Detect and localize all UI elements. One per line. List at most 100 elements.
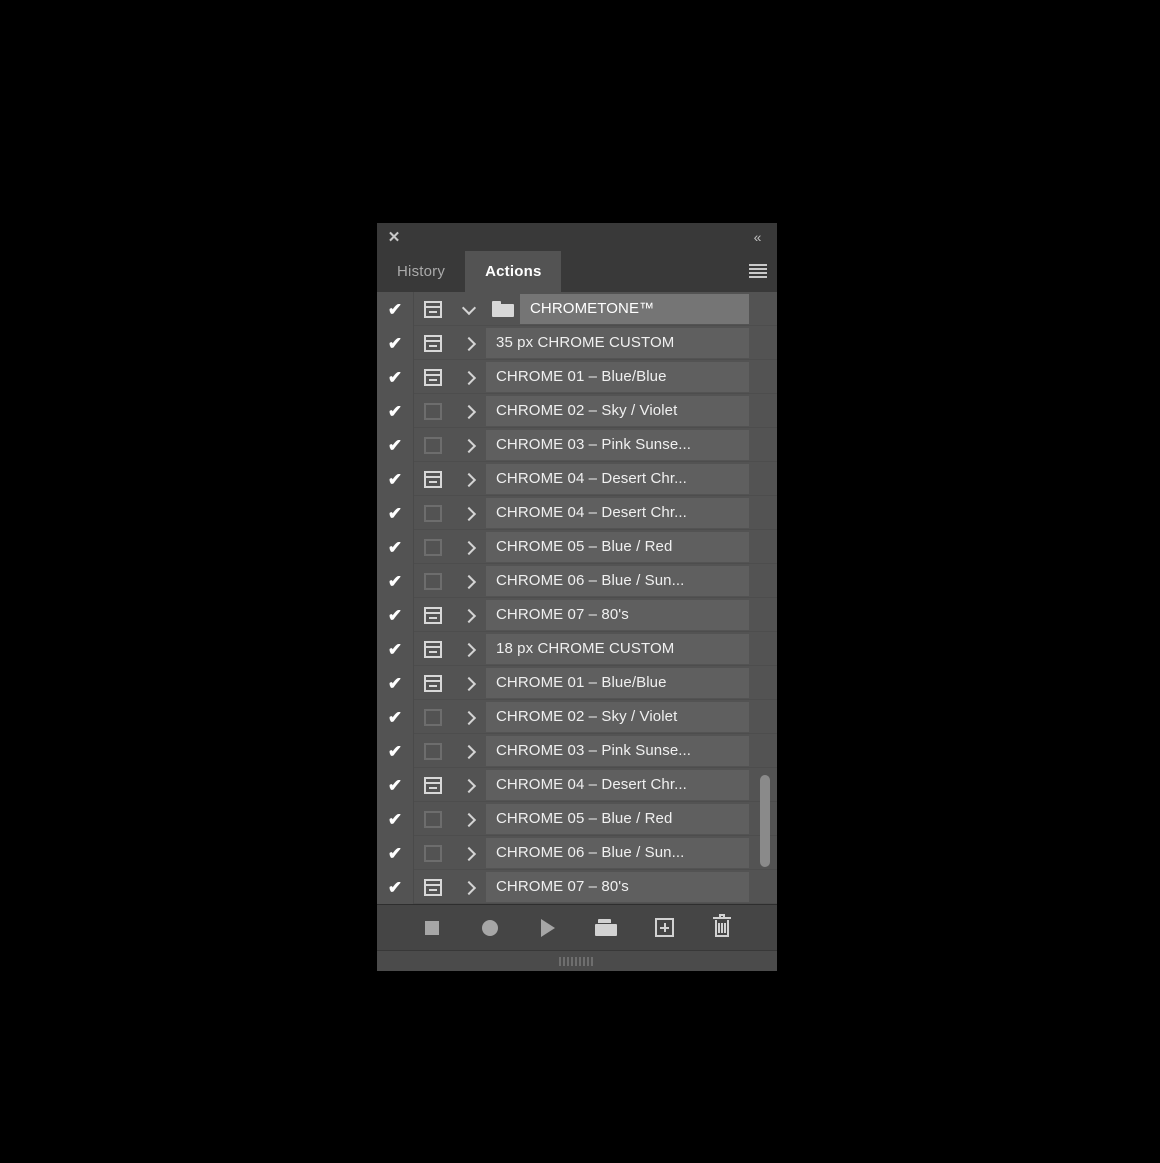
action-enabled-toggle[interactable]: ✔	[377, 564, 413, 598]
action-enabled-toggle[interactable]: ✔	[377, 666, 413, 700]
expand-toggle[interactable]	[452, 666, 486, 700]
tab-history[interactable]: History	[377, 251, 466, 292]
action-name-cell[interactable]: CHROME 02 – Sky / Violet	[486, 396, 749, 426]
table-row[interactable]: ✔ CHROME 01 – Blue/Blue	[377, 666, 777, 700]
action-name-cell[interactable]: CHROME 05 – Blue / Red	[486, 804, 749, 834]
action-enabled-toggle[interactable]: ✔	[377, 768, 413, 802]
dialog-toggle[interactable]	[414, 870, 452, 904]
dialog-toggle[interactable]	[414, 326, 452, 360]
table-row[interactable]: ✔ CHROME 03 – Pink Sunse...	[377, 428, 777, 462]
table-row[interactable]: ✔ CHROME 07 – 80's	[377, 870, 777, 904]
action-enabled-toggle[interactable]: ✔	[377, 598, 413, 632]
action-name-cell[interactable]: CHROME 03 – Pink Sunse...	[486, 736, 749, 766]
action-enabled-toggle[interactable]: ✔	[377, 394, 413, 428]
play-button[interactable]	[534, 914, 562, 942]
expand-toggle[interactable]	[452, 598, 486, 632]
action-name-cell[interactable]: CHROME 04 – Desert Chr...	[486, 770, 749, 800]
table-row[interactable]: ✔ CHROME 06 – Blue / Sun...	[377, 564, 777, 598]
dialog-toggle[interactable]	[414, 564, 452, 598]
dialog-toggle[interactable]	[414, 666, 452, 700]
action-enabled-toggle[interactable]: ✔	[377, 530, 413, 564]
dialog-toggle[interactable]	[414, 734, 452, 768]
dialog-toggle[interactable]	[414, 360, 452, 394]
action-enabled-toggle[interactable]: ✔	[377, 496, 413, 530]
expand-toggle[interactable]	[452, 394, 486, 428]
action-enabled-toggle[interactable]: ✔	[377, 462, 413, 496]
table-row[interactable]: ✔ CHROME 06 – Blue / Sun...	[377, 836, 777, 870]
new-action-button[interactable]	[650, 914, 678, 942]
expand-toggle[interactable]	[452, 768, 486, 802]
action-name-cell[interactable]: 18 px CHROME CUSTOM	[486, 634, 749, 664]
table-row[interactable]: ✔ CHROME 02 – Sky / Violet	[377, 394, 777, 428]
action-enabled-toggle[interactable]: ✔	[377, 326, 413, 360]
dialog-toggle[interactable]	[414, 530, 452, 564]
dialog-toggle[interactable]	[414, 292, 452, 326]
table-row[interactable]: ✔ CHROME 04 – Desert Chr...	[377, 768, 777, 802]
collapse-panel-icon[interactable]: «	[747, 228, 767, 246]
dialog-toggle[interactable]	[414, 462, 452, 496]
action-enabled-toggle[interactable]: ✔	[377, 836, 413, 870]
dialog-toggle[interactable]	[414, 768, 452, 802]
new-set-button[interactable]	[592, 914, 620, 942]
table-row[interactable]: ✔ CHROME 03 – Pink Sunse...	[377, 734, 777, 768]
dialog-toggle[interactable]	[414, 428, 452, 462]
action-name-cell[interactable]: CHROME 04 – Desert Chr...	[486, 464, 749, 494]
expand-toggle[interactable]	[452, 700, 486, 734]
panel-menu-icon[interactable]	[747, 263, 769, 279]
expand-toggle[interactable]	[452, 360, 486, 394]
action-name-cell[interactable]: CHROME 02 – Sky / Violet	[486, 702, 749, 732]
dialog-toggle[interactable]	[414, 394, 452, 428]
expand-toggle[interactable]	[452, 530, 486, 564]
dialog-toggle[interactable]	[414, 802, 452, 836]
expand-toggle[interactable]	[452, 734, 486, 768]
action-name-cell[interactable]: CHROMETONE™	[520, 294, 749, 324]
action-name-cell[interactable]: CHROME 01 – Blue/Blue	[486, 668, 749, 698]
stop-button[interactable]	[418, 914, 446, 942]
action-enabled-toggle[interactable]: ✔	[377, 360, 413, 394]
action-enabled-toggle[interactable]: ✔	[377, 292, 413, 326]
dialog-toggle[interactable]	[414, 836, 452, 870]
vertical-scrollbar[interactable]	[759, 292, 771, 904]
table-row[interactable]: ✔ CHROME 07 – 80's	[377, 598, 777, 632]
expand-toggle[interactable]	[452, 326, 486, 360]
table-row[interactable]: ✔ 35 px CHROME CUSTOM	[377, 326, 777, 360]
table-row[interactable]: ✔ CHROME 01 – Blue/Blue	[377, 360, 777, 394]
close-icon[interactable]: ✕	[385, 229, 403, 247]
dialog-toggle[interactable]	[414, 632, 452, 666]
action-name-cell[interactable]: CHROME 07 – 80's	[486, 600, 749, 630]
action-name-cell[interactable]: 35 px CHROME CUSTOM	[486, 328, 749, 358]
action-name-cell[interactable]: CHROME 01 – Blue/Blue	[486, 362, 749, 392]
record-button[interactable]	[476, 914, 504, 942]
table-row[interactable]: ✔ CHROME 05 – Blue / Red	[377, 802, 777, 836]
action-name-cell[interactable]: CHROME 06 – Blue / Sun...	[486, 566, 749, 596]
tab-actions[interactable]: Actions	[465, 251, 562, 292]
dialog-toggle[interactable]	[414, 598, 452, 632]
action-name-cell[interactable]: CHROME 03 – Pink Sunse...	[486, 430, 749, 460]
expand-toggle[interactable]	[452, 870, 486, 904]
expand-toggle[interactable]	[452, 496, 486, 530]
action-enabled-toggle[interactable]: ✔	[377, 632, 413, 666]
table-row[interactable]: ✔ CHROME 04 – Desert Chr...	[377, 496, 777, 530]
table-row[interactable]: ✔ 18 px CHROME CUSTOM	[377, 632, 777, 666]
table-row[interactable]: ✔ CHROME 04 – Desert Chr...	[377, 462, 777, 496]
expand-toggle[interactable]	[452, 802, 486, 836]
expand-toggle[interactable]	[452, 836, 486, 870]
action-name-cell[interactable]: CHROME 06 – Blue / Sun...	[486, 838, 749, 868]
action-enabled-toggle[interactable]: ✔	[377, 734, 413, 768]
action-enabled-toggle[interactable]: ✔	[377, 428, 413, 462]
expand-toggle[interactable]	[452, 292, 486, 326]
table-row[interactable]: ✔ CHROMETONE™	[377, 292, 777, 326]
action-enabled-toggle[interactable]: ✔	[377, 870, 413, 904]
action-name-cell[interactable]: CHROME 05 – Blue / Red	[486, 532, 749, 562]
action-enabled-toggle[interactable]: ✔	[377, 802, 413, 836]
expand-toggle[interactable]	[452, 632, 486, 666]
table-row[interactable]: ✔ CHROME 02 – Sky / Violet	[377, 700, 777, 734]
expand-toggle[interactable]	[452, 462, 486, 496]
dialog-toggle[interactable]	[414, 700, 452, 734]
action-enabled-toggle[interactable]: ✔	[377, 700, 413, 734]
expand-toggle[interactable]	[452, 428, 486, 462]
scrollbar-thumb[interactable]	[760, 775, 770, 868]
delete-button[interactable]	[708, 914, 736, 942]
table-row[interactable]: ✔ CHROME 05 – Blue / Red	[377, 530, 777, 564]
expand-toggle[interactable]	[452, 564, 486, 598]
